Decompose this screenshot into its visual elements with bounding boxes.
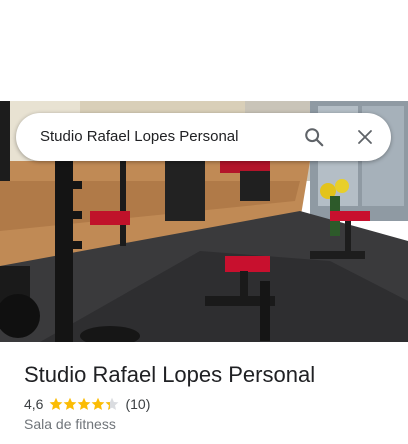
search-query-text[interactable]: Studio Rafael Lopes Personal xyxy=(40,128,238,145)
star-icon xyxy=(64,397,77,410)
star-rating xyxy=(49,397,119,411)
stars-icon xyxy=(50,397,119,410)
rating-row[interactable]: 4,6 (10) xyxy=(24,396,150,412)
search-icon[interactable] xyxy=(298,121,330,153)
top-blank-area xyxy=(0,0,408,101)
place-info-panel: Studio Rafael Lopes Personal 4,6 (10) Sa… xyxy=(0,342,408,444)
search-bar[interactable]: Studio Rafael Lopes Personal xyxy=(16,113,391,161)
review-count: (10) xyxy=(125,396,151,412)
star-icon xyxy=(78,397,91,410)
place-title[interactable]: Studio Rafael Lopes Personal xyxy=(24,362,315,388)
star-icon xyxy=(92,397,105,410)
close-icon[interactable] xyxy=(349,121,381,153)
star-icon xyxy=(50,397,63,410)
place-category: Sala de fitness xyxy=(24,416,116,432)
rating-value: 4,6 xyxy=(24,396,44,412)
